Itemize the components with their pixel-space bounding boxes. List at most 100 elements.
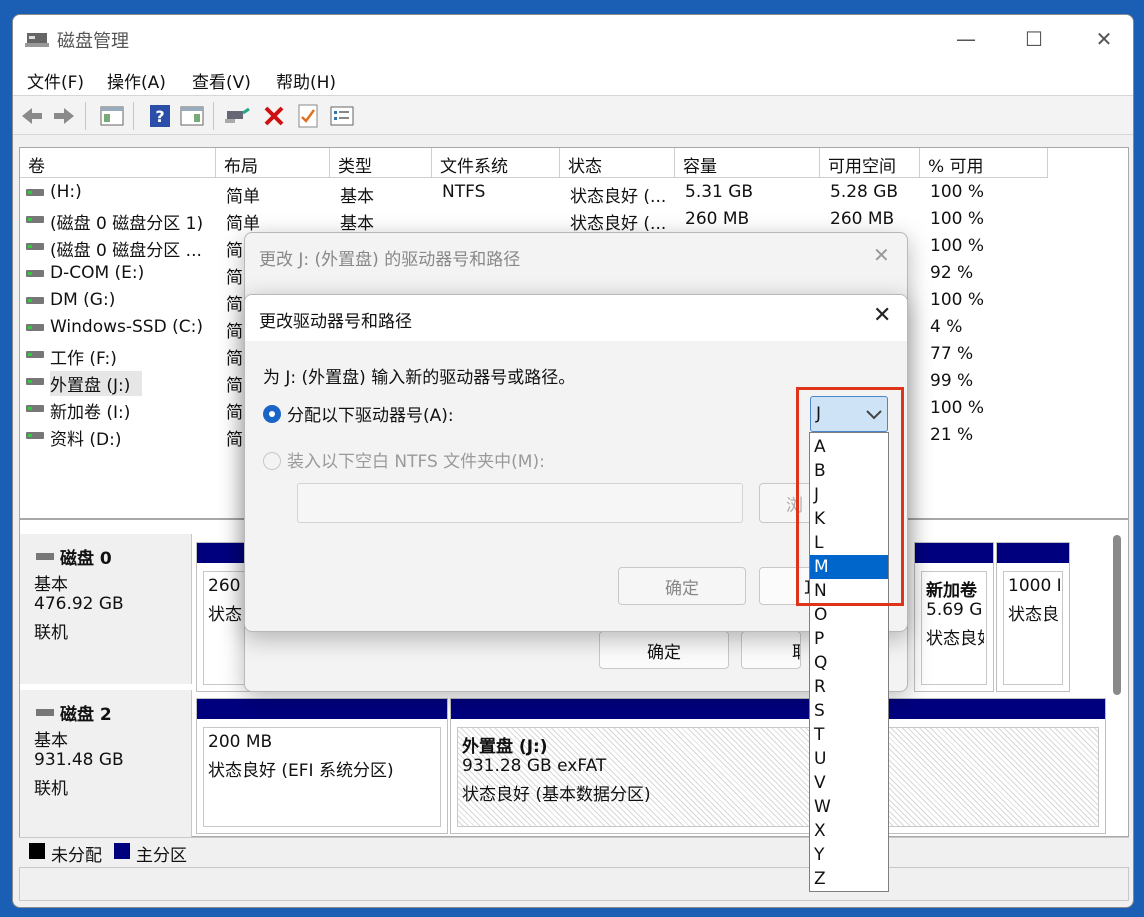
dropdown-option[interactable]: Q (810, 651, 888, 675)
cell-layout: 简单 (226, 214, 260, 234)
partition-text: 260 (208, 576, 241, 596)
toolbar-separator (133, 102, 134, 130)
drive-icon (26, 189, 44, 196)
disk-name: 磁盘 0 (36, 544, 112, 569)
menu-file[interactable]: 文件(F) (27, 68, 84, 93)
partition-text: 1000 I (1008, 576, 1060, 596)
drive-icon (26, 351, 44, 358)
forward-arrow-icon[interactable] (51, 103, 77, 129)
cell-vol: 资料 (D:) (50, 430, 122, 450)
minimize-button[interactable]: — (931, 21, 1001, 57)
partition-text: 状态良 (1008, 605, 1059, 625)
legend-primary: 主分区 (136, 846, 187, 866)
disk2-main-partition[interactable]: 外置盘 (J:) 931.28 GB exFAT 状态良好 (基本数据分区) (450, 698, 1106, 834)
disk-size: 476.92 GB (34, 594, 124, 614)
properties-check-icon[interactable] (295, 103, 321, 129)
disk2-efi-partition[interactable]: 200 MB 状态良好 (EFI 系统分区) (196, 698, 448, 834)
action-pane-icon[interactable] (179, 103, 205, 129)
cell-vol: 外置盘 (J:) (50, 371, 142, 396)
cell-pct: 100 % (930, 209, 985, 229)
dropdown-option[interactable]: V (810, 771, 888, 795)
toolbar: ? (13, 95, 1133, 135)
dialog-back-ok-button[interactable]: 确定 (599, 631, 729, 669)
menu-help[interactable]: 帮助(H) (276, 68, 336, 93)
disk-kind: 基本 (34, 575, 68, 595)
volume-row[interactable]: (磁盘 0 磁盘分区 1) 简单 基本 状态良好 (... 260 MB 260 MB 10… (20, 206, 1128, 234)
drive-icon (26, 378, 44, 385)
disk-name-text: 磁盘 0 (60, 549, 112, 569)
console-tree-icon[interactable] (99, 103, 125, 129)
help-icon[interactable]: ? (147, 103, 173, 129)
column-header[interactable]: 文件系统 (432, 148, 560, 178)
dialog-back-close-icon[interactable]: ✕ (873, 243, 890, 267)
dropdown-option[interactable]: T (810, 723, 888, 747)
partition-text: 5.69 GE (926, 600, 984, 620)
cell-free: 260 MB (830, 209, 895, 229)
cell-type: 基本 (340, 214, 374, 234)
dropdown-option[interactable]: P (810, 627, 888, 651)
cell-vol: D-COM (E:) (50, 263, 145, 283)
drive-icon (26, 405, 44, 412)
disk0-partition-last[interactable]: 1000 I 状态良 (996, 542, 1070, 692)
column-header[interactable]: 卷 (20, 148, 216, 178)
cell-pct: 100 % (930, 182, 985, 202)
column-header[interactable]: 可用空间 (820, 148, 920, 178)
folder-path-input[interactable] (297, 483, 743, 523)
disk-label-panel[interactable]: 磁盘 2 基本 931.48 GB 联机 (20, 690, 192, 840)
cell-pct: 4 % (930, 317, 963, 337)
assign-letter-radio[interactable] (263, 405, 281, 423)
volume-row[interactable]: (H:) 简单 基本 NTFS 状态良好 (... 5.31 GB 5.28 GB 100 % (20, 179, 1128, 207)
connect-drive-icon[interactable] (225, 103, 251, 129)
back-arrow-icon[interactable] (19, 103, 45, 129)
dialog-ok-button[interactable]: 确定 (618, 567, 746, 605)
dropdown-option[interactable]: U (810, 747, 888, 771)
unallocated-swatch (29, 843, 45, 859)
column-header[interactable]: 类型 (330, 148, 432, 178)
dialog-titlebar: 更改驱动器号和路径 ✕ (245, 295, 907, 341)
toolbar-separator (85, 102, 86, 130)
disk0-partition-new[interactable]: 新加卷5.69 GE 状态良如 (914, 542, 994, 692)
dropdown-option[interactable]: Y (810, 843, 888, 867)
primary-swatch (114, 843, 130, 859)
dropdown-option[interactable]: W (810, 795, 888, 819)
cell-fs: NTFS (442, 182, 486, 202)
disk-label-panel[interactable]: 磁盘 0 基本 476.92 GB 联机 (20, 534, 192, 684)
dropdown-option[interactable]: R (810, 675, 888, 699)
dropdown-option[interactable]: X (810, 819, 888, 843)
disk-icon (36, 553, 54, 560)
cell-vol: 工作 (F:) (50, 349, 117, 369)
dropdown-option[interactable]: Z (810, 867, 888, 891)
drive-icon (26, 432, 44, 439)
menu-view[interactable]: 查看(V) (192, 68, 251, 93)
partition-body: 200 MB 状态良好 (EFI 系统分区) (203, 727, 441, 827)
close-button[interactable]: ✕ (1069, 21, 1133, 57)
disk-kind: 基本 (34, 731, 68, 751)
dropdown-option[interactable]: S (810, 699, 888, 723)
dropdown-option[interactable]: O (810, 603, 888, 627)
list-settings-icon[interactable] (329, 103, 355, 129)
column-header[interactable]: 容量 (675, 148, 820, 178)
cell-layout: 简单 (226, 187, 260, 207)
partition-text: 200 MB (208, 732, 273, 752)
column-header[interactable]: % 可用 (920, 148, 1048, 178)
cell-type: 基本 (340, 187, 374, 207)
delete-icon[interactable] (261, 103, 287, 129)
menu-action[interactable]: 操作(A) (107, 68, 166, 93)
cell-vol: (H:) (50, 182, 82, 202)
dialog-back-cancel-button[interactable]: 取 (741, 631, 801, 669)
title-bar: 磁盘管理 — ☐ ✕ (13, 15, 1133, 63)
partition-body: 新加卷5.69 GE 状态良如 (921, 571, 987, 685)
cell-pct: 21 % (930, 425, 974, 445)
partition-text: 状态良如 (926, 629, 984, 649)
mount-folder-radio[interactable] (263, 452, 281, 470)
cell-free: 5.28 GB (830, 182, 899, 202)
maximize-button[interactable]: ☐ (999, 21, 1069, 57)
window-title: 磁盘管理 (57, 31, 129, 52)
partition-bar (997, 543, 1069, 563)
disk-name-text: 磁盘 2 (60, 705, 112, 725)
dialog-prompt: 为 J: (外置盘) 输入新的驱动器号或路径。 (263, 368, 576, 388)
column-header[interactable]: 状态 (560, 148, 675, 178)
disk-area-scrollbar[interactable] (1113, 535, 1121, 695)
dialog-close-icon[interactable]: ✕ (873, 303, 891, 328)
column-header[interactable]: 布局 (216, 148, 330, 178)
